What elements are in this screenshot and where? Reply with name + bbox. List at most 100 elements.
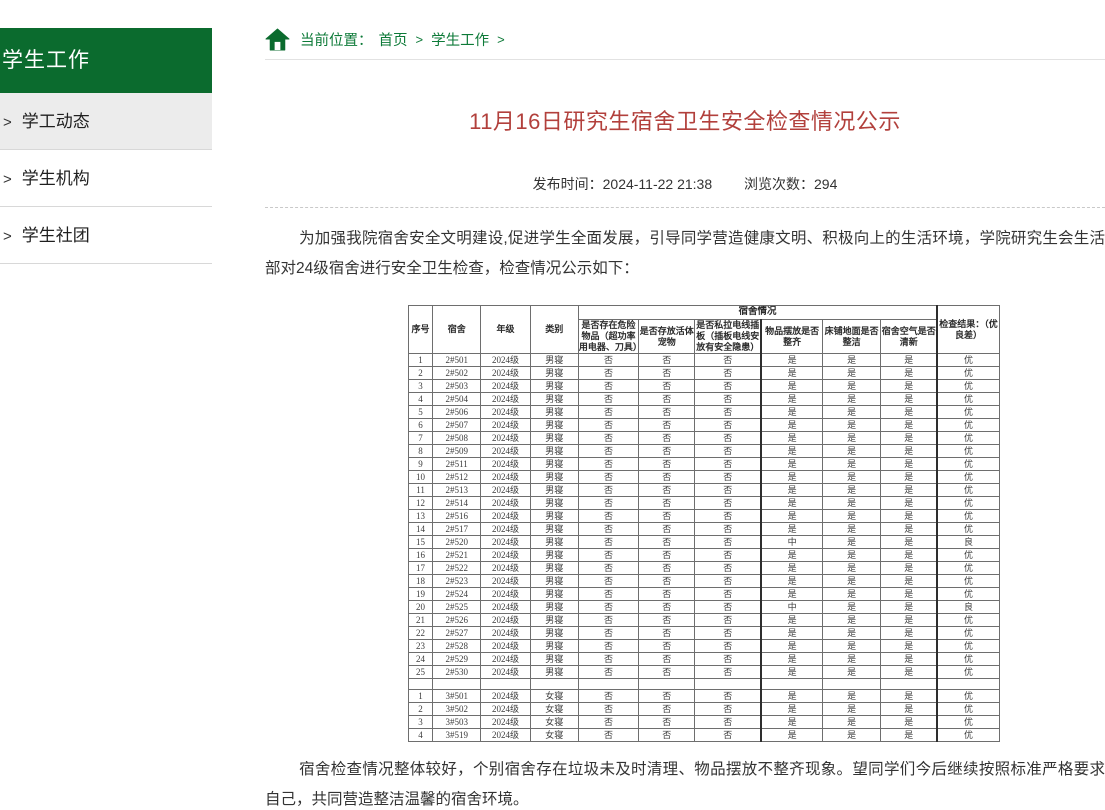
dashed-divider: [265, 207, 1105, 208]
table-cell: 是: [881, 614, 937, 627]
table-cell: 是: [881, 627, 937, 640]
table-row: 102#5122024级男寝否否否是是是优: [409, 471, 1000, 484]
table-cell: 是: [761, 458, 822, 471]
table-cell: 2: [409, 703, 433, 716]
table-cell: 是: [881, 575, 937, 588]
table-cell: 7: [409, 432, 433, 445]
table-cell: 是: [881, 523, 937, 536]
table-cell: 2#521: [433, 549, 481, 562]
table-cell: 是: [823, 601, 881, 614]
table-cell: 男寝: [530, 393, 578, 406]
table-cell: 否: [639, 367, 695, 380]
table-cell: 优: [937, 716, 999, 729]
table-cell: 2024级: [481, 666, 530, 679]
table-cell: 否: [639, 588, 695, 601]
table-cell: 2#530: [433, 666, 481, 679]
table-cell: 2024级: [481, 497, 530, 510]
table-cell: 2024级: [481, 549, 530, 562]
table-cell: 10: [409, 471, 433, 484]
table-cell: 是: [881, 484, 937, 497]
table-cell: 2#502: [433, 367, 481, 380]
breadcrumb-link[interactable]: 学生工作: [431, 29, 489, 50]
table-cell: 否: [695, 510, 761, 523]
table-cell: 良: [937, 601, 999, 614]
table-cell: 2024级: [481, 510, 530, 523]
table-cell: 2#508: [433, 432, 481, 445]
table-row: 32#5032024级男寝否否否是是是优: [409, 380, 1000, 393]
table-cell: 否: [639, 510, 695, 523]
table-cell: 2#525: [433, 601, 481, 614]
col-header-type: 类别: [530, 306, 578, 354]
table-cell: 否: [639, 445, 695, 458]
table-cell: 否: [578, 653, 638, 666]
table-cell: 否: [695, 562, 761, 575]
table-cell: 2024级: [481, 445, 530, 458]
table-cell: 是: [823, 484, 881, 497]
table-cell: 2024级: [481, 419, 530, 432]
table-cell: 2#527: [433, 627, 481, 640]
table-cell: 是: [823, 666, 881, 679]
table-cell: 男寝: [530, 640, 578, 653]
table-cell: 是: [761, 716, 822, 729]
table-cell: 否: [695, 471, 761, 484]
table-cell: 男寝: [530, 627, 578, 640]
table-cell: 优: [937, 484, 999, 497]
table-cell: 否: [578, 510, 638, 523]
table-cell: 男寝: [530, 588, 578, 601]
table-cell: 是: [761, 432, 822, 445]
table-row: 112#5132024级男寝否否否是是是优: [409, 484, 1000, 497]
table-cell: 2#512: [433, 471, 481, 484]
table-cell: 24: [409, 653, 433, 666]
table-row: 192#5242024级男寝否否否是是是优: [409, 588, 1000, 601]
table-cell: 男寝: [530, 666, 578, 679]
table-cell: 否: [639, 354, 695, 367]
table-cell: 否: [578, 575, 638, 588]
table-cell: 优: [937, 419, 999, 432]
table-cell: 否: [695, 716, 761, 729]
breadcrumb-link[interactable]: 首页: [379, 29, 408, 50]
table-cell: 25: [409, 666, 433, 679]
table-cell: 23: [409, 640, 433, 653]
table-cell: 3#519: [433, 729, 481, 742]
table-cell: 否: [639, 523, 695, 536]
table-cell: 2#503: [433, 380, 481, 393]
sidebar-item[interactable]: >学生社团: [0, 207, 212, 264]
table-cell: 2024级: [481, 690, 530, 703]
table-cell: 优: [937, 432, 999, 445]
table-cell: 2#529: [433, 653, 481, 666]
table-cell: 否: [695, 497, 761, 510]
breadcrumb-links: 首页>学生工作>: [373, 29, 507, 50]
table-cell: 男寝: [530, 354, 578, 367]
table-cell: 2#522: [433, 562, 481, 575]
table-row: 172#5222024级男寝否否否是是是优: [409, 562, 1000, 575]
col-group-header: 宿舍情况: [578, 306, 937, 320]
table-cell: 是: [881, 354, 937, 367]
table-cell: 优: [937, 510, 999, 523]
table-cell: 否: [639, 458, 695, 471]
table-cell: 2#501: [433, 354, 481, 367]
chevron-right-icon: >: [3, 171, 12, 188]
sidebar-item[interactable]: >学工动态: [0, 93, 212, 150]
table-cell: 是: [881, 536, 937, 549]
table-cell: 是: [823, 640, 881, 653]
table-cell: 男寝: [530, 445, 578, 458]
home-icon[interactable]: [265, 28, 290, 51]
table-cell: 否: [695, 523, 761, 536]
table-cell: 13: [409, 510, 433, 523]
table-cell: 是: [881, 497, 937, 510]
table-cell: 2024级: [481, 716, 530, 729]
table-cell: 男寝: [530, 484, 578, 497]
table-cell: 否: [639, 406, 695, 419]
table-cell: 2024级: [481, 471, 530, 484]
table-cell: 否: [578, 536, 638, 549]
table-cell: 优: [937, 497, 999, 510]
table-cell: 是: [881, 703, 937, 716]
table-row: 42#5042024级男寝否否否是是是优: [409, 393, 1000, 406]
table-cell: 否: [695, 406, 761, 419]
sidebar-item[interactable]: >学生机构: [0, 150, 212, 207]
table-cell: 2#524: [433, 588, 481, 601]
table-cell: 是: [881, 445, 937, 458]
spacer-cell: [433, 679, 481, 690]
table-cell: 2024级: [481, 458, 530, 471]
table-cell: 是: [823, 367, 881, 380]
